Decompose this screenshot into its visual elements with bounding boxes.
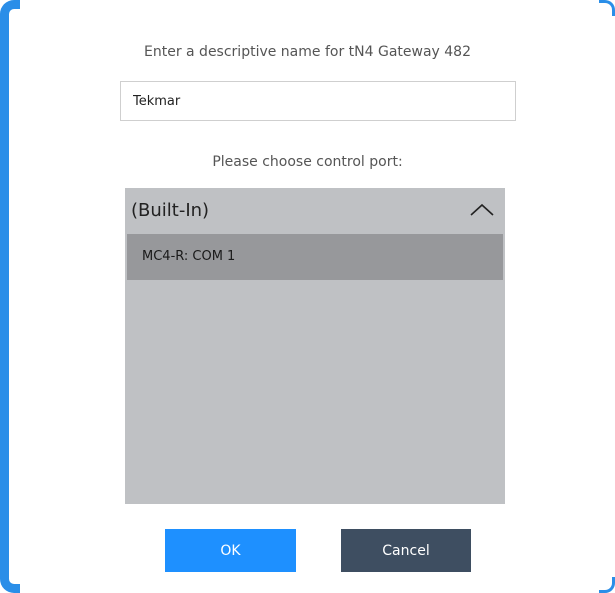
dialog-border-bottom-right bbox=[599, 577, 615, 593]
cancel-button[interactable]: Cancel bbox=[341, 529, 471, 572]
port-group-title: (Built-In) bbox=[131, 200, 210, 221]
dialog: Enter a descriptive name for tN4 Gateway… bbox=[0, 0, 615, 593]
chevron-up-icon[interactable] bbox=[469, 200, 495, 220]
port-item-label: MC4-R: COM 1 bbox=[142, 249, 236, 264]
dialog-prompt: Enter a descriptive name for tN4 Gateway… bbox=[144, 44, 471, 60]
control-port-label: Please choose control port: bbox=[212, 154, 403, 170]
dialog-border-left-fill bbox=[9, 9, 29, 584]
ok-button[interactable]: OK bbox=[165, 529, 296, 572]
port-group-header[interactable]: (Built-In) bbox=[125, 188, 505, 234]
port-item-mc4r-com1[interactable]: MC4-R: COM 1 bbox=[127, 234, 503, 280]
control-port-list[interactable]: (Built-In) MC4-R: COM 1 bbox=[125, 188, 505, 504]
dialog-border-top-right bbox=[599, 0, 615, 16]
device-name-input[interactable] bbox=[120, 81, 516, 121]
